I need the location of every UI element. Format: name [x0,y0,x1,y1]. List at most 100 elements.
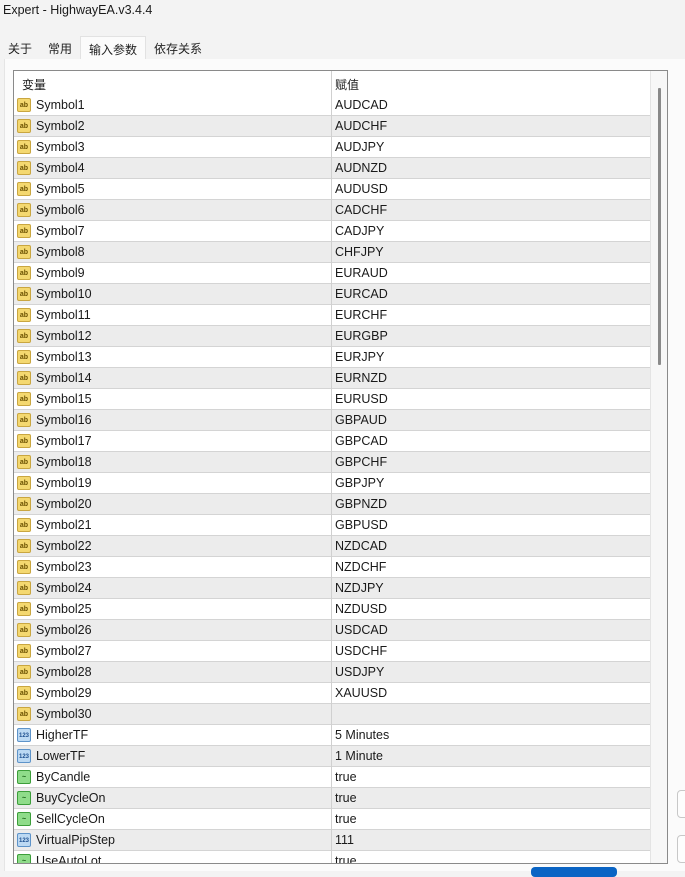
param-name: Symbol25 [36,602,92,616]
table-row[interactable]: ~ SellCycleOn true [14,809,650,830]
table-row[interactable]: ab Symbol22 NZDCAD [14,536,650,557]
table-row[interactable]: ab Symbol27 USDCHF [14,641,650,662]
table-row[interactable]: ab Symbol5 AUDUSD [14,179,650,200]
param-value[interactable]: CADJPY [335,224,384,238]
param-value[interactable]: USDCAD [335,623,388,637]
param-value[interactable]: EURAUD [335,266,388,280]
vertical-scrollbar[interactable] [650,71,667,863]
param-value[interactable]: true [335,812,357,826]
param-name: Symbol23 [36,560,92,574]
param-value[interactable]: GBPNZD [335,497,387,511]
table-row[interactable]: ab Symbol17 GBPCAD [14,431,650,452]
param-value[interactable]: AUDCAD [335,98,388,112]
param-name: LowerTF [36,749,86,763]
param-value[interactable]: EURJPY [335,350,384,364]
table-row[interactable]: ab Symbol18 GBPCHF [14,452,650,473]
param-value[interactable]: AUDNZD [335,161,387,175]
param-value[interactable]: true [335,770,357,784]
table-row[interactable]: ab Symbol9 EURAUD [14,263,650,284]
string-type-icon: ab [17,308,31,322]
table-row[interactable]: ab Symbol15 EURUSD [14,389,650,410]
table-row[interactable]: 123 LowerTF 1 Minute [14,746,650,767]
table-row[interactable]: ab Symbol12 EURGBP [14,326,650,347]
tab-common[interactable]: 常用 [40,36,80,59]
table-row[interactable]: ab Symbol8 CHFJPY [14,242,650,263]
table-row[interactable]: ab Symbol23 NZDCHF [14,557,650,578]
tab-about[interactable]: 关于 [0,36,40,59]
table-row[interactable]: ab Symbol30 [14,704,650,725]
param-value[interactable]: USDJPY [335,665,384,679]
table-row[interactable]: ab Symbol26 USDCAD [14,620,650,641]
table-row[interactable]: 123 VirtualPipStep 111 [14,830,650,851]
table-row[interactable]: ab Symbol19 GBPJPY [14,473,650,494]
param-value[interactable]: NZDCHF [335,560,386,574]
param-value[interactable]: GBPCHF [335,455,387,469]
param-value[interactable]: NZDUSD [335,602,387,616]
table-row[interactable]: ab Symbol2 AUDCHF [14,116,650,137]
column-divider[interactable] [331,71,332,863]
table-row[interactable]: ab Symbol1 AUDCAD [14,95,650,116]
table-row[interactable]: ~ UseAutoLot true [14,851,650,863]
param-value[interactable]: AUDUSD [335,182,388,196]
tab-inputs[interactable]: 输入参数 [80,36,147,59]
param-name: Symbol13 [36,350,92,364]
table-row[interactable]: ab Symbol16 GBPAUD [14,410,650,431]
table-row[interactable]: ab Symbol11 EURCHF [14,305,650,326]
param-value[interactable]: GBPUSD [335,518,388,532]
param-name: Symbol2 [36,119,85,133]
table-row[interactable]: ab Symbol21 GBPUSD [14,515,650,536]
table-row[interactable]: ab Symbol6 CADCHF [14,200,650,221]
param-value[interactable]: EURUSD [335,392,388,406]
param-value[interactable]: GBPJPY [335,476,384,490]
param-value[interactable]: 5 Minutes [335,728,389,742]
param-value[interactable]: true [335,854,357,863]
param-value[interactable]: EURGBP [335,329,388,343]
param-name: Symbol9 [36,266,85,280]
table-row[interactable]: ~ ByCandle true [14,767,650,788]
table-row[interactable]: ab Symbol25 NZDUSD [14,599,650,620]
param-value[interactable]: NZDCAD [335,539,387,553]
param-value[interactable]: NZDJPY [335,581,384,595]
table-row[interactable]: ab Symbol20 GBPNZD [14,494,650,515]
string-type-icon: ab [17,182,31,196]
table-row[interactable]: ab Symbol28 USDJPY [14,662,650,683]
header-value[interactable]: 赋值 [335,76,359,93]
param-value[interactable]: USDCHF [335,644,387,658]
param-value[interactable]: GBPAUD [335,413,387,427]
table-row[interactable]: ab Symbol7 CADJPY [14,221,650,242]
side-button[interactable] [677,835,685,863]
param-value[interactable]: AUDCHF [335,119,387,133]
table-row[interactable]: ab Symbol24 NZDJPY [14,578,650,599]
table-row[interactable]: 123 HigherTF 5 Minutes [14,725,650,746]
table-row[interactable]: ab Symbol13 EURJPY [14,347,650,368]
string-type-icon: ab [17,350,31,364]
table-row[interactable]: ab Symbol4 AUDNZD [14,158,650,179]
param-value[interactable]: EURNZD [335,371,387,385]
bool-type-icon: ~ [17,812,31,826]
string-type-icon: ab [17,98,31,112]
param-name: Symbol4 [36,161,85,175]
param-value[interactable]: XAUUSD [335,686,387,700]
param-value[interactable]: CADCHF [335,203,387,217]
tab-dependencies[interactable]: 依存关系 [146,36,210,59]
param-value[interactable]: 1 Minute [335,749,383,763]
header-variable[interactable]: 变量 [22,76,46,93]
param-value[interactable]: 111 [335,833,354,847]
param-value[interactable]: true [335,791,357,805]
table-row[interactable]: ab Symbol3 AUDJPY [14,137,650,158]
param-value[interactable]: AUDJPY [335,140,384,154]
table-row[interactable]: ~ BuyCycleOn true [14,788,650,809]
side-button[interactable] [677,790,685,818]
param-name: Symbol28 [36,665,92,679]
scrollbar-thumb[interactable] [658,88,661,365]
param-value[interactable]: EURCAD [335,287,388,301]
param-value[interactable]: GBPCAD [335,434,388,448]
param-value[interactable]: CHFJPY [335,245,384,259]
table-row[interactable]: ab Symbol10 EURCAD [14,284,650,305]
table-row[interactable]: ab Symbol29 XAUUSD [14,683,650,704]
ok-button[interactable] [531,867,617,877]
string-type-icon: ab [17,644,31,658]
bool-type-icon: ~ [17,791,31,805]
param-value[interactable]: EURCHF [335,308,387,322]
table-row[interactable]: ab Symbol14 EURNZD [14,368,650,389]
